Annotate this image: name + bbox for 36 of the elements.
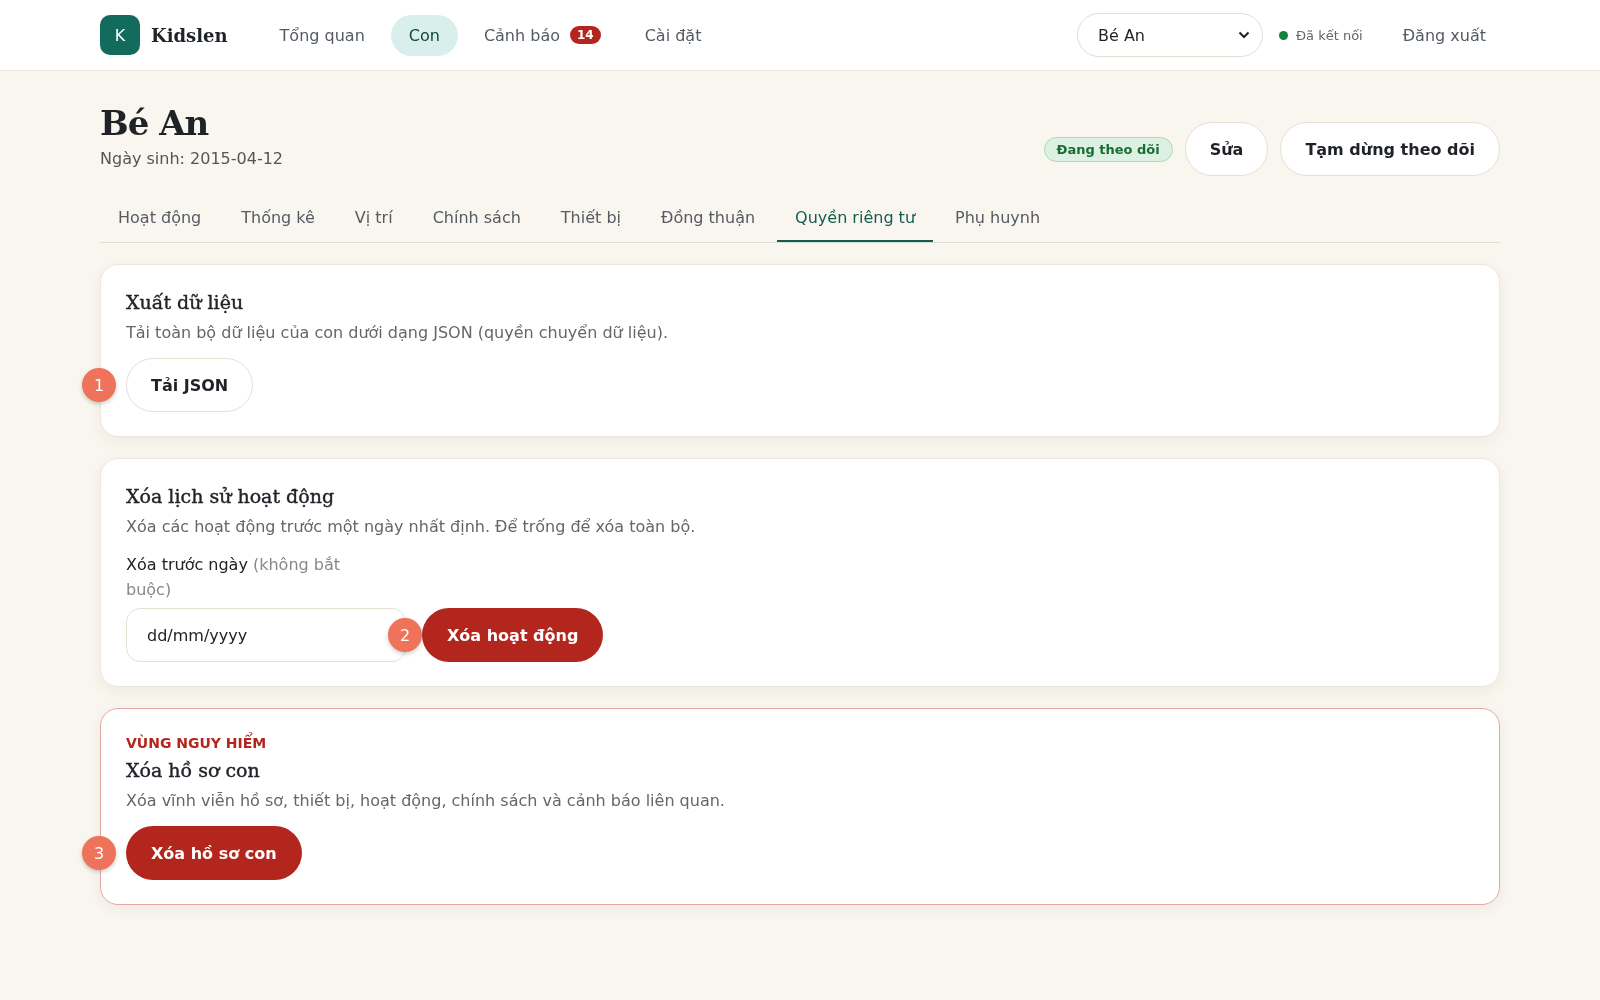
action-button[interactable]: Sửa	[1184, 122, 1269, 176]
card-title: Xóa hồ sơ con	[126, 759, 261, 781]
status-badge: Đang theo dõi	[1043, 136, 1173, 162]
connection-status: Đã kết nối	[1296, 27, 1363, 43]
tab[interactable]: Vị trí	[336, 194, 411, 242]
tab[interactable]: Hoạt động	[100, 194, 220, 242]
card-title: Xóa lịch sử hoạt động	[126, 485, 336, 507]
delete-activity-button[interactable]: Xóa hoạt động	[422, 608, 604, 662]
logout-link[interactable]: Đăng xuất	[1388, 17, 1500, 53]
step-marker: 3	[82, 836, 116, 870]
tab[interactable]: Quyền riêng tư	[777, 194, 934, 242]
download-button[interactable]: Tải JSON	[126, 358, 254, 412]
card-description: Xóa vĩnh viễn hồ sơ, thiết bị, hoạt động, chính sách và cảnh báo liên quan.	[126, 791, 726, 810]
step-marker: 1	[82, 368, 116, 402]
delete-profile-button[interactable]: Xóa hồ sơ con	[126, 826, 302, 880]
nav-link[interactable]: Cài đặt	[626, 14, 720, 56]
nav-link[interactable]: Tổng quan	[261, 14, 383, 56]
field-label: Xóa trước ngày (không bắt buộc)	[126, 554, 342, 601]
card-title: Xuất dữ liệu	[126, 291, 245, 313]
card-description: Tải toàn bộ dữ liệu của con dưới dạng JSON (quyền chuyển dữ liệu).	[126, 323, 669, 342]
nav-link[interactable]: Con	[390, 14, 458, 56]
tab[interactable]: Thống kê	[223, 194, 333, 242]
tab[interactable]: Chính sách	[414, 194, 539, 242]
tab[interactable]: Đồng thuận	[643, 194, 774, 242]
alert-count-badge: 14	[570, 26, 601, 44]
birth-date: Ngày sinh: 2015-04-12	[100, 149, 283, 168]
action-button[interactable]: Tạm dừng theo dõi	[1280, 122, 1500, 176]
child-name: Bé An	[100, 103, 210, 143]
step-marker: 2	[388, 618, 422, 652]
brand-name: Kidslen	[151, 24, 228, 46]
nav-link[interactable]: Cảnh báo 14	[465, 14, 619, 56]
tab[interactable]: Thiết bị	[542, 194, 639, 242]
card-description: Xóa các hoạt động trước một ngày nhất định. Để trống để xóa toàn bộ.	[126, 517, 697, 536]
chevron-down-icon	[1238, 31, 1250, 39]
logo-icon: K	[100, 15, 140, 55]
tab[interactable]: Phụ huynh	[937, 194, 1059, 242]
